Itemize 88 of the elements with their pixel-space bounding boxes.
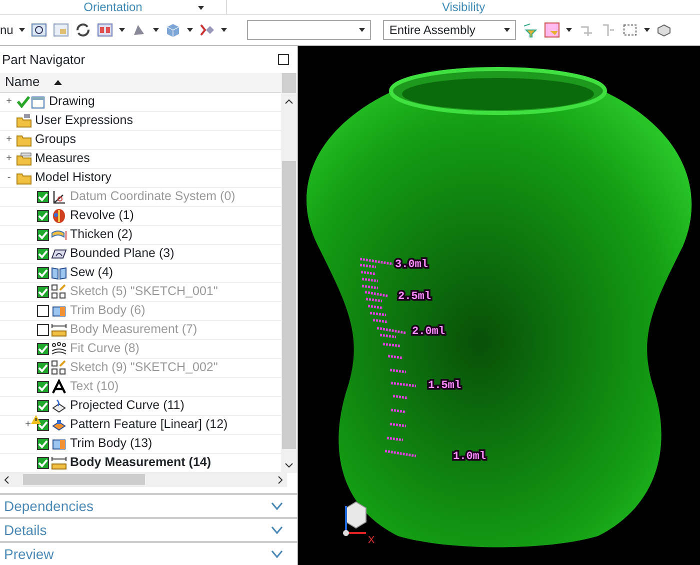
- collapsible-panel-header[interactable]: Preview: [0, 541, 297, 565]
- checkbox[interactable]: [37, 190, 49, 203]
- ruler-icon: [51, 454, 67, 471]
- selection-box-icon[interactable]: [622, 22, 638, 38]
- expand-toggle[interactable]: +: [23, 420, 33, 430]
- scale-label: 3.0ml: [395, 259, 428, 271]
- caret-icon[interactable]: [187, 28, 194, 32]
- checkbox[interactable]: [37, 380, 49, 393]
- caret-icon[interactable]: [644, 28, 650, 32]
- scroll-right-icon[interactable]: [278, 476, 283, 484]
- caret-icon[interactable]: [19, 28, 26, 32]
- projected-curve-icon: [51, 398, 67, 414]
- horizontal-scrollbar[interactable]: [0, 472, 287, 487]
- axis-triad-drawing: [343, 501, 366, 536]
- scroll-thumb[interactable]: [23, 474, 145, 486]
- sketch-icon: [51, 284, 67, 300]
- checkbox[interactable]: [37, 362, 49, 374]
- maximize-icon[interactable]: [278, 54, 289, 65]
- folder-icon: [16, 150, 32, 167]
- tree-node-label[interactable]: Measures: [35, 149, 90, 168]
- scroll-left-icon[interactable]: [4, 476, 9, 484]
- feature-label[interactable]: Thicken (2): [70, 225, 133, 244]
- sew-icon: [51, 264, 67, 281]
- vertical-scrollbar[interactable]: [281, 72, 297, 473]
- scale-label: 1.0ml: [453, 451, 486, 463]
- checkbox[interactable]: [37, 456, 49, 469]
- scope-dropdown[interactable]: Entire Assembly: [383, 20, 516, 40]
- tree-node-label[interactable]: Model History: [35, 168, 112, 188]
- cube-icon[interactable]: [656, 22, 672, 38]
- scale-label: 1.5ml: [428, 380, 462, 392]
- caret-icon[interactable]: [198, 6, 204, 10]
- checkbox[interactable]: [37, 438, 49, 450]
- collapse-toggle[interactable]: -: [4, 172, 14, 183]
- caret-icon[interactable]: [566, 28, 572, 32]
- expand-toggle[interactable]: +: [4, 96, 14, 107]
- menu-button[interactable]: nu: [0, 21, 14, 39]
- panel-title: Part Navigator: [2, 50, 86, 69]
- fit-curve-icon: [51, 340, 67, 357]
- ruler-icon: [51, 322, 67, 338]
- collapsible-panel-header[interactable]: Details: [0, 517, 297, 541]
- caret-icon[interactable]: [119, 28, 126, 32]
- letter-icon: [51, 378, 67, 395]
- collapsible-panel-header[interactable]: Dependencies: [0, 493, 297, 517]
- checkbox[interactable]: [37, 228, 49, 241]
- checkbox[interactable]: [37, 304, 49, 317]
- checkbox[interactable]: [37, 286, 49, 298]
- checkbox[interactable]: [37, 266, 49, 279]
- feature-label[interactable]: Pattern Feature [Linear] (12): [70, 415, 228, 434]
- revolve-icon: [51, 208, 67, 224]
- feature-label[interactable]: Projected Curve (11): [70, 396, 184, 416]
- scroll-down-icon[interactable]: [285, 462, 293, 468]
- scale-label: 2.5ml: [398, 291, 432, 303]
- checkbox[interactable]: [37, 324, 49, 336]
- caret-icon[interactable]: [221, 28, 228, 32]
- caret-icon[interactable]: [153, 28, 160, 32]
- checkmark-icon: [17, 95, 30, 108]
- tree-node-label[interactable]: User Expressions: [35, 111, 133, 130]
- ribbon-group-label: Visibility: [442, 0, 486, 14]
- layout-icon[interactable]: [97, 22, 114, 38]
- axis-label: X: [368, 535, 375, 546]
- column-header[interactable]: Name: [0, 72, 281, 93]
- tree-node-label[interactable]: Drawing: [49, 92, 95, 112]
- zoom-fit-icon[interactable]: [31, 22, 48, 38]
- checkbox[interactable]: [37, 248, 49, 260]
- expand-toggle[interactable]: +: [4, 154, 14, 164]
- folder-icon: [16, 112, 32, 129]
- graphics-viewport[interactable]: 3.0ml 2.5ml 2.0ml 1.5ml 1.0ml X: [298, 46, 700, 565]
- drawing-sheet-icon: [30, 94, 46, 110]
- feature-label[interactable]: Trim Body (13): [70, 434, 152, 454]
- feature-label[interactable]: Body Measurement (14): [70, 453, 212, 472]
- expand-toggle[interactable]: +: [4, 134, 14, 145]
- checkbox[interactable]: [37, 210, 49, 222]
- checkbox[interactable]: [37, 400, 49, 412]
- window-icon[interactable]: [53, 22, 70, 38]
- header-corner: [282, 72, 296, 93]
- checkbox[interactable]: [37, 342, 49, 355]
- scroll-thumb[interactable]: [282, 160, 296, 449]
- sketch-icon: [51, 360, 67, 376]
- feature-label[interactable]: Sew (4): [70, 263, 114, 282]
- feature-label[interactable]: Bounded Plane (3): [70, 244, 174, 264]
- scale-label: 2.0ml: [412, 326, 446, 338]
- ribbon-group-label: Orientation: [84, 0, 142, 14]
- tree-node-label[interactable]: Groups: [35, 130, 76, 150]
- view-arrows-icon[interactable]: [199, 22, 216, 38]
- datum-axes-icon: [51, 188, 67, 205]
- rotate-icon[interactable]: [75, 22, 92, 38]
- scroll-up-icon[interactable]: [285, 98, 293, 104]
- feature-label[interactable]: Revolve (1): [70, 206, 134, 226]
